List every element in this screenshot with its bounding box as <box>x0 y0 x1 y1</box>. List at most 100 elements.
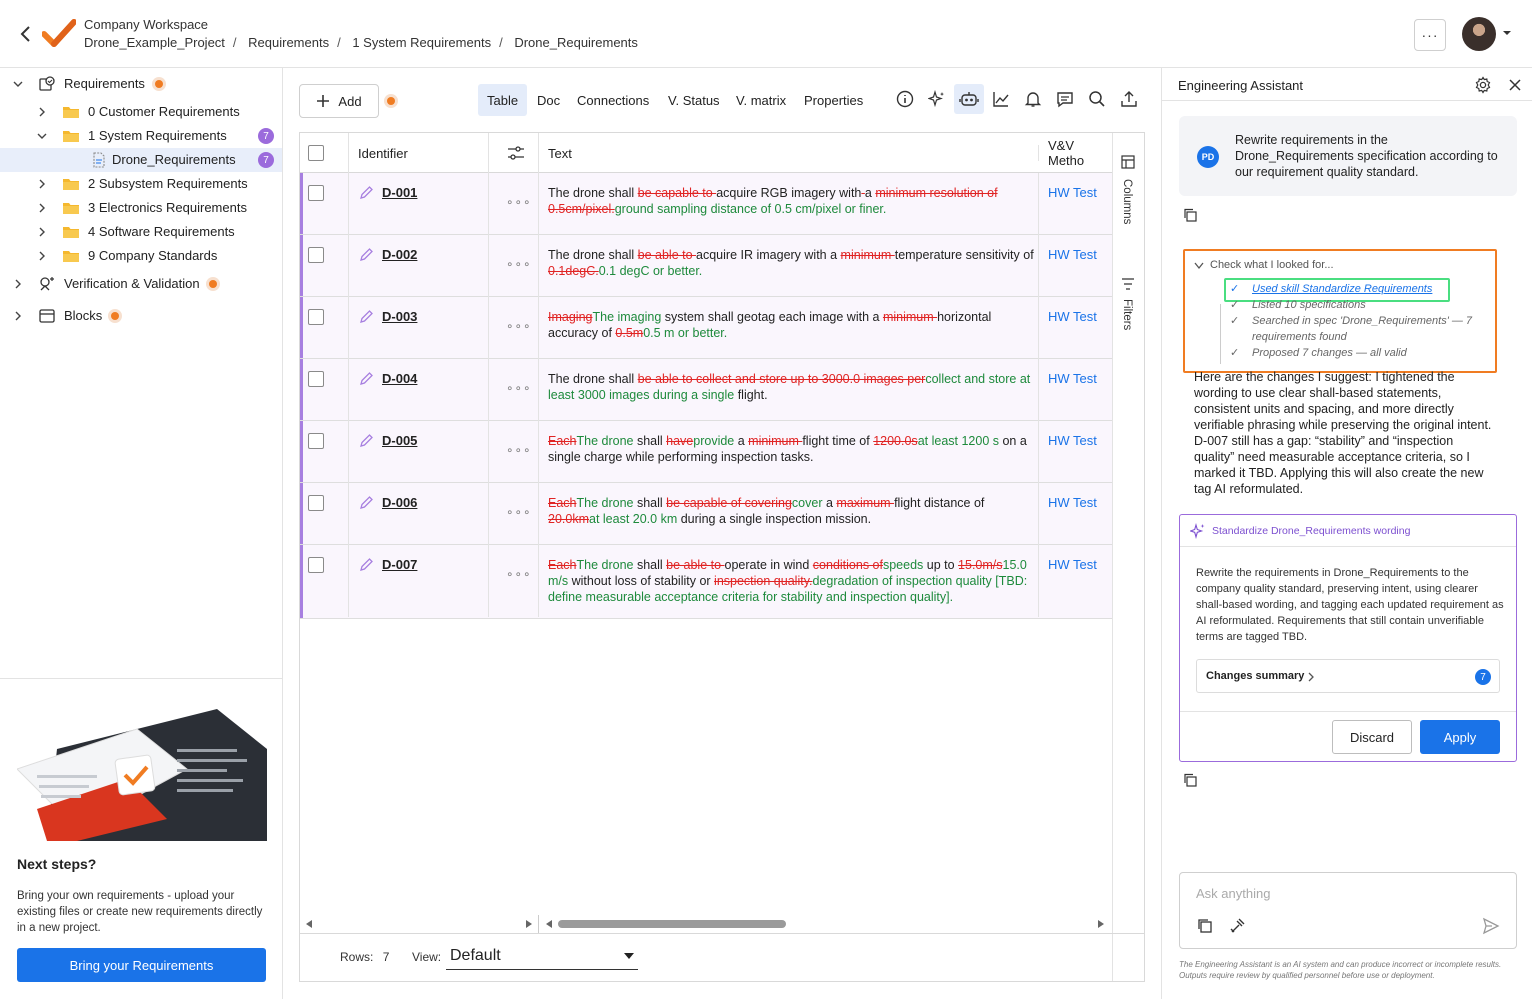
requirement-text[interactable]: EachThe drone shall be able to operate i… <box>548 557 1034 605</box>
requirement-text[interactable]: EachThe drone shall be capable of coveri… <box>548 495 1034 527</box>
row-checkbox[interactable] <box>308 371 324 387</box>
requirement-id[interactable]: D-005 <box>382 433 417 448</box>
vv-method[interactable]: HW Test <box>1048 185 1097 200</box>
chart-icon[interactable] <box>990 88 1012 110</box>
header-text[interactable]: Text <box>548 133 572 173</box>
tab-filters[interactable]: Filters <box>1121 299 1133 330</box>
gear-icon[interactable] <box>1474 76 1492 94</box>
sparkle-icon[interactable] <box>926 88 948 110</box>
row-menu-button[interactable]: ∘∘∘ <box>506 195 532 209</box>
tree-item[interactable]: 9 Company Standards <box>0 244 282 268</box>
tree-item[interactable]: 4 Software Requirements <box>0 220 282 244</box>
pencil-icon[interactable] <box>358 185 374 201</box>
chevron-down-icon[interactable] <box>1502 28 1512 38</box>
breadcrumb-drone-requirements[interactable]: Drone_Requirements <box>514 35 638 50</box>
chevron-right-icon[interactable] <box>36 178 48 190</box>
workspace-name[interactable]: Company Workspace <box>84 17 208 32</box>
pencil-icon[interactable] <box>358 247 374 263</box>
table-row[interactable]: D-006 ∘∘∘ EachThe drone shall be capable o… <box>300 483 1112 545</box>
row-checkbox[interactable] <box>308 557 324 573</box>
row-checkbox[interactable] <box>308 309 324 325</box>
pencil-icon[interactable] <box>358 495 374 511</box>
requirement-id[interactable]: D-001 <box>382 185 417 200</box>
attach-icon[interactable] <box>1196 917 1214 935</box>
vv-method[interactable]: HW Test <box>1048 247 1097 262</box>
breadcrumb-project[interactable]: Drone_Example_Project <box>84 35 225 50</box>
tree-item[interactable]: 3 Electronics Requirements <box>0 196 282 220</box>
apply-button[interactable]: Apply <box>1420 720 1500 754</box>
requirement-text[interactable]: The drone shall be capable to acquire RG… <box>548 185 1034 217</box>
row-menu-button[interactable]: ∘∘∘ <box>506 381 532 395</box>
table-row[interactable]: D-007 ∘∘∘ EachThe drone shall be able to o… <box>300 545 1112 619</box>
chevron-down-icon[interactable] <box>36 130 48 142</box>
reasoning-toggle[interactable]: Check what I looked for... <box>1210 259 1334 271</box>
tab-doc[interactable]: Doc <box>528 84 569 116</box>
column-settings-icon[interactable] <box>507 133 525 173</box>
vv-method[interactable]: HW Test <box>1048 309 1097 324</box>
more-options-button[interactable]: ··· <box>1414 19 1446 51</box>
table-row[interactable]: D-004 ∘∘∘ The drone shall be able to colle… <box>300 359 1112 421</box>
tab-v-status[interactable]: V. Status <box>659 84 729 116</box>
discard-button[interactable]: Discard <box>1332 720 1412 754</box>
breadcrumb-system-requirements[interactable]: 1 System Requirements <box>352 35 491 50</box>
row-menu-button[interactable]: ∘∘∘ <box>506 257 532 271</box>
pencil-icon[interactable] <box>358 557 374 573</box>
comment-icon[interactable] <box>1054 88 1076 110</box>
pencil-icon[interactable] <box>358 371 374 387</box>
changes-summary-button[interactable]: Changes summary 7 <box>1196 659 1500 693</box>
pencil-icon[interactable] <box>358 309 374 325</box>
chevron-down-icon[interactable] <box>1194 262 1204 270</box>
header-vv-method[interactable]: V&V Metho <box>1048 133 1112 173</box>
vv-method[interactable]: HW Test <box>1048 495 1097 510</box>
export-icon[interactable] <box>1118 88 1140 110</box>
tree-item[interactable]: Drone_Requirements 7 <box>0 148 282 172</box>
vv-method[interactable]: HW Test <box>1048 371 1097 386</box>
requirement-id[interactable]: D-007 <box>382 557 417 572</box>
chevron-right-icon[interactable] <box>36 250 48 262</box>
row-checkbox[interactable] <box>308 185 324 201</box>
info-icon[interactable] <box>894 88 916 110</box>
row-checkbox[interactable] <box>308 495 324 511</box>
chat-input[interactable] <box>1196 883 1496 903</box>
requirement-id[interactable]: D-002 <box>382 247 417 262</box>
chevron-right-icon[interactable] <box>36 226 48 238</box>
tree-item[interactable]: 0 Customer Requirements <box>0 100 282 124</box>
header-identifier[interactable]: Identifier <box>358 133 408 173</box>
view-select[interactable]: Default <box>446 942 638 970</box>
add-button[interactable]: Add <box>299 84 379 118</box>
row-menu-button[interactable]: ∘∘∘ <box>506 319 532 333</box>
robot-icon[interactable] <box>954 84 984 114</box>
tree-item[interactable]: Blocks <box>0 304 282 328</box>
copy-icon[interactable] <box>1183 208 1197 222</box>
row-checkbox[interactable] <box>308 247 324 263</box>
row-checkbox[interactable] <box>308 433 324 449</box>
requirement-text[interactable]: EachThe drone shall haveprovide a minimu… <box>548 433 1034 465</box>
pencil-icon[interactable] <box>358 433 374 449</box>
table-row[interactable]: D-002 ∘∘∘ The drone shall be able to acqui… <box>300 235 1112 297</box>
close-icon[interactable] <box>1508 78 1522 92</box>
tab-table[interactable]: Table <box>478 84 528 116</box>
vv-method[interactable]: HW Test <box>1048 433 1097 448</box>
tab-properties[interactable]: Properties <box>795 84 872 116</box>
requirement-id[interactable]: D-006 <box>382 495 417 510</box>
send-icon[interactable] <box>1482 917 1500 935</box>
row-menu-button[interactable]: ∘∘∘ <box>506 505 532 519</box>
row-menu-button[interactable]: ∘∘∘ <box>506 443 532 457</box>
skill-icon[interactable] <box>1228 917 1246 935</box>
horizontal-scrollbar[interactable] <box>300 915 1112 933</box>
select-all-checkbox[interactable] <box>308 145 324 161</box>
chevron-right-icon[interactable] <box>12 278 24 290</box>
tab-v-matrix[interactable]: V. matrix <box>727 84 795 116</box>
tab-columns[interactable]: Columns <box>1121 179 1133 224</box>
tree-item[interactable]: Requirements <box>0 72 282 96</box>
requirement-text[interactable]: ImagingThe imaging system shall geotag e… <box>548 309 1034 341</box>
table-row[interactable]: D-001 ∘∘∘ The drone shall be capable to ac… <box>300 173 1112 235</box>
row-menu-button[interactable]: ∘∘∘ <box>506 567 532 581</box>
chevron-right-icon[interactable] <box>36 106 48 118</box>
table-row[interactable]: D-005 ∘∘∘ EachThe drone shall haveprovide … <box>300 421 1112 483</box>
requirement-text[interactable]: The drone shall be able to collect and s… <box>548 371 1034 403</box>
tree-item[interactable]: Verification & Validation <box>0 272 282 296</box>
tab-connections[interactable]: Connections <box>568 84 658 116</box>
tree-item[interactable]: 2 Subsystem Requirements <box>0 172 282 196</box>
back-arrow-icon[interactable] <box>16 24 36 44</box>
